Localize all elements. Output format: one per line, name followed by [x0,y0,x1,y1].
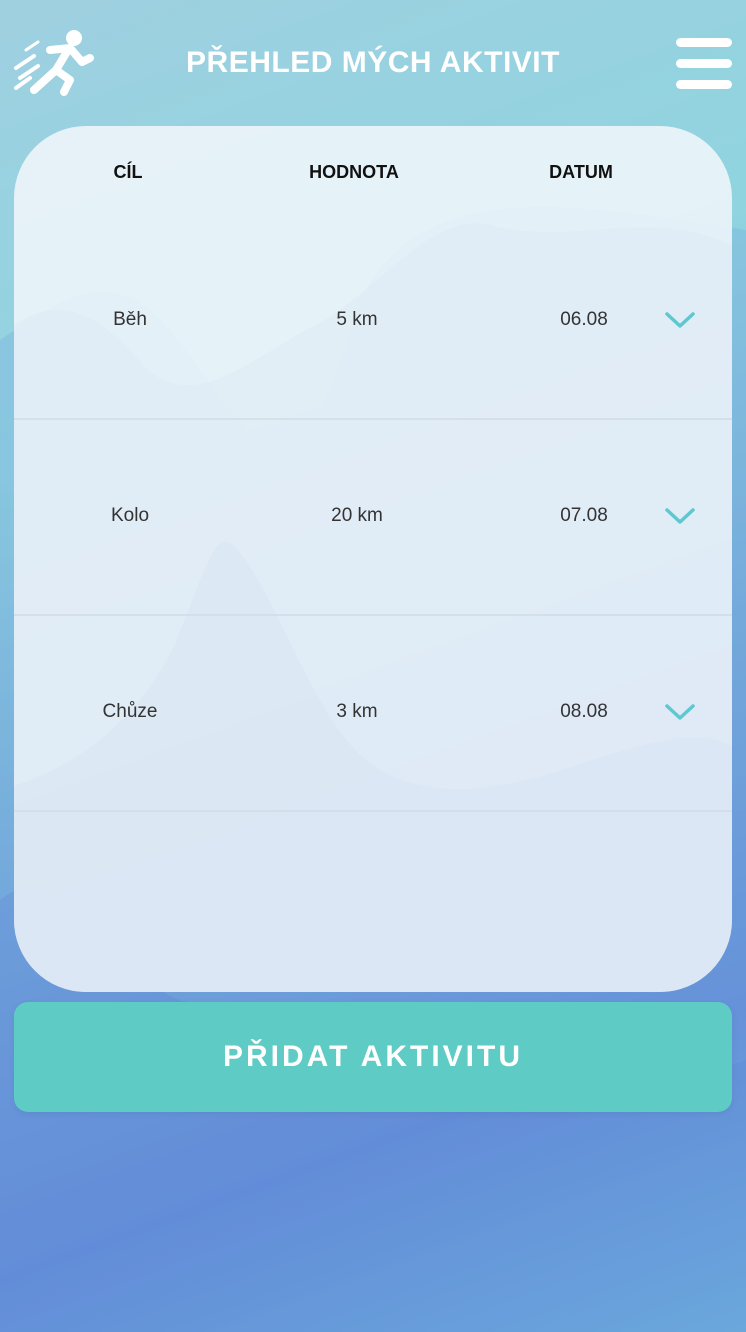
row-value: 5 km [336,309,378,330]
activities-card: CÍL HODNOTA DATUM Běh 5 km 06.08 Kolo 20… [14,126,732,992]
row-goal: Kolo [110,505,150,526]
row-date: 08.08 [560,701,608,722]
chevron-down-icon[interactable] [664,506,696,526]
table-row[interactable]: Chůze 3 km 08.08 [14,614,732,812]
page-title: PŘEHLED MÝCH AKTIVIT [186,46,560,79]
app-header: PŘEHLED MÝCH AKTIVIT [0,0,746,130]
row-goal: Chůze [102,701,158,722]
table-row[interactable]: Běh 5 km 06.08 [14,222,732,420]
table-row[interactable]: Kolo 20 km 07.08 [14,418,732,616]
add-activity-button[interactable]: PŘIDAT AKTIVITU [14,1002,732,1112]
column-header-goal: CÍL [113,162,143,182]
hamburger-menu-icon[interactable] [674,38,734,90]
row-date: 07.08 [560,505,608,526]
add-activity-label: PŘIDAT AKTIVITU [223,1040,523,1073]
row-value: 20 km [331,505,383,526]
chevron-down-icon[interactable] [664,310,696,330]
chevron-down-icon[interactable] [664,702,696,722]
row-value: 3 km [336,701,378,722]
column-header-date: DATUM [549,162,613,182]
column-header-value: HODNOTA [309,162,399,182]
row-goal: Běh [113,309,147,330]
row-date: 06.08 [560,309,608,330]
